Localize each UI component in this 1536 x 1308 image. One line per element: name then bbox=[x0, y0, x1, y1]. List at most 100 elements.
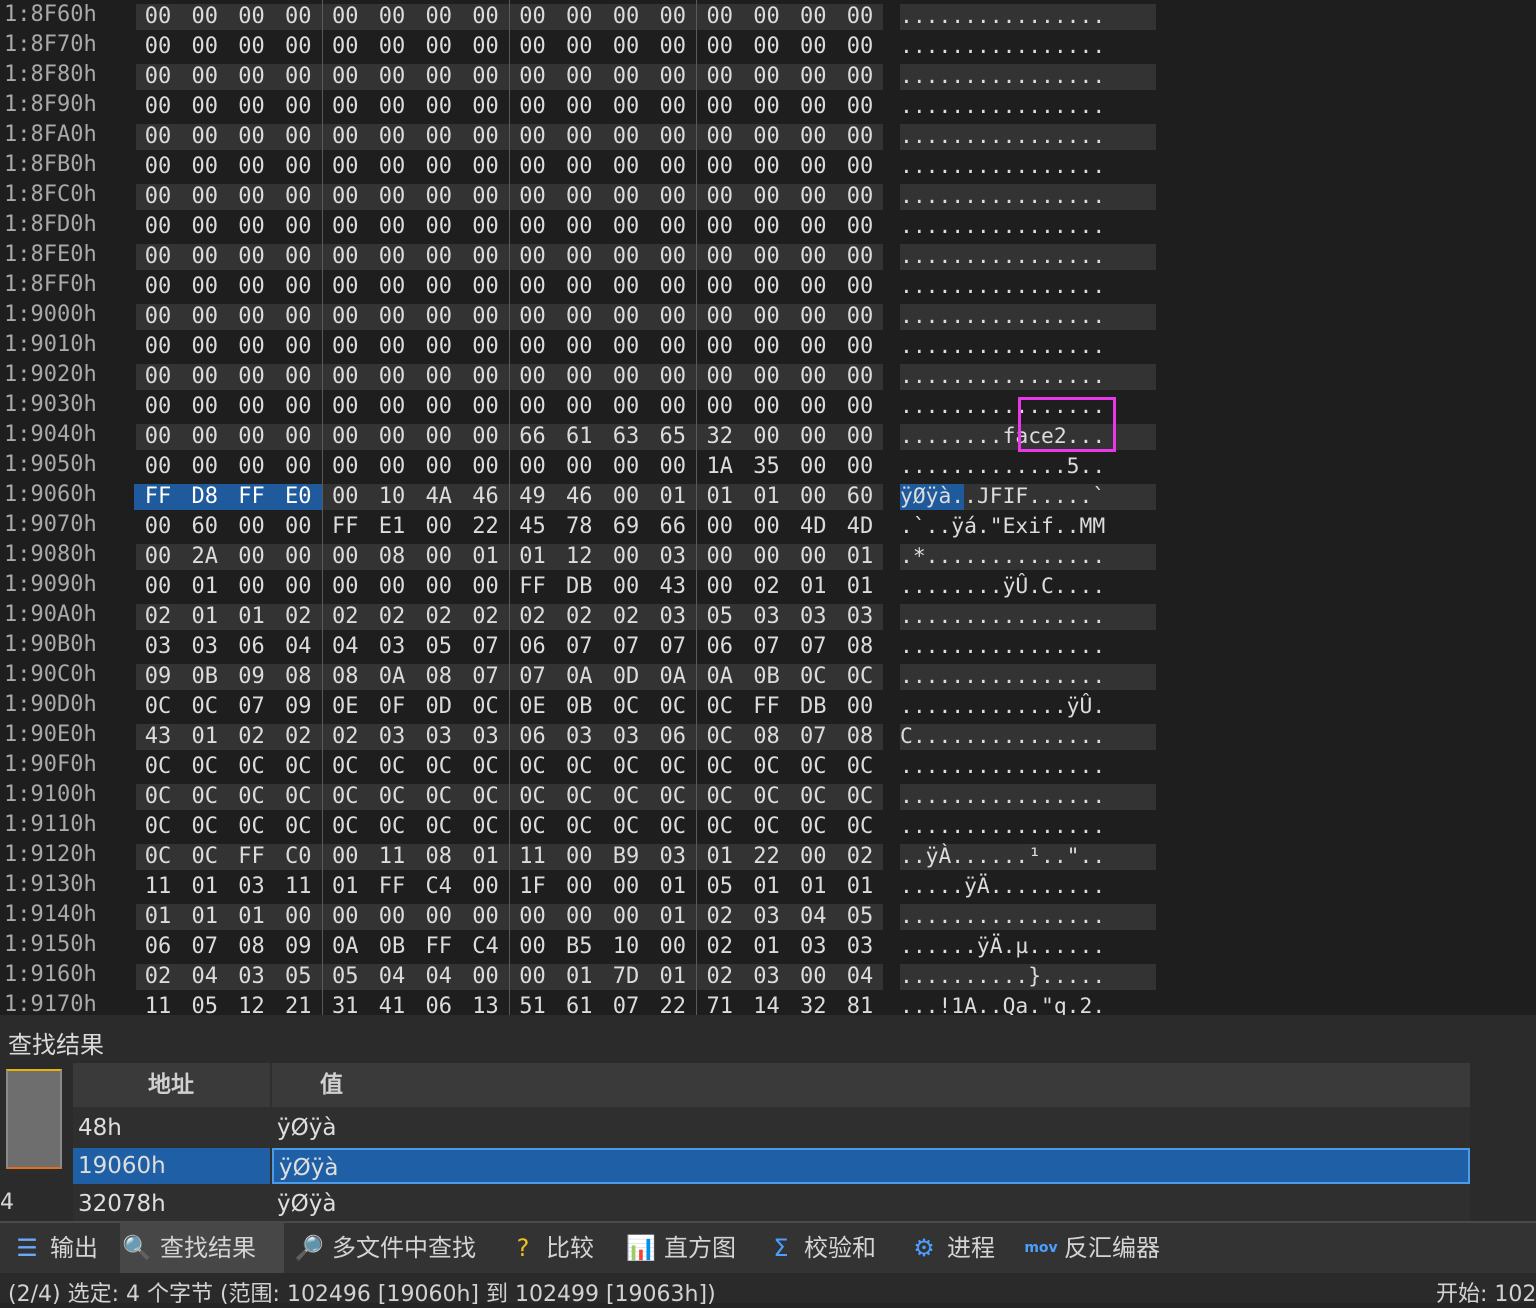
hex-byte[interactable]: 00 bbox=[230, 274, 274, 300]
hex-byte[interactable]: 00 bbox=[276, 334, 320, 360]
hex-byte[interactable]: 03 bbox=[651, 604, 695, 630]
hex-byte[interactable]: 09 bbox=[276, 934, 320, 960]
hex-row[interactable]: 1:90D0h 0C 0C 07 09 0E 0F 0D 0C 0E 0B 0C 0C 0C FF DB 00.… bbox=[0, 690, 1536, 720]
hex-byte[interactable]: 06 bbox=[230, 634, 274, 660]
hex-byte[interactable]: 01 bbox=[745, 874, 789, 900]
hex-byte[interactable]: 00 bbox=[323, 34, 367, 60]
hex-byte[interactable]: 00 bbox=[651, 64, 695, 90]
hex-byte[interactable]: 04 bbox=[417, 964, 461, 990]
hex-byte[interactable]: 00 bbox=[838, 214, 882, 240]
hex-byte[interactable]: 00 bbox=[604, 484, 648, 510]
hex-byte[interactable]: 61 bbox=[557, 994, 601, 1015]
hex-byte[interactable]: 14 bbox=[745, 994, 789, 1015]
hex-byte[interactable]: 00 bbox=[511, 454, 555, 480]
ascii-text[interactable]: .....ÿÄ......... bbox=[900, 874, 1156, 900]
hex-row[interactable]: 1:9100h 0C 0C 0C 0C 0C 0C 0C 0C 0C 0C 0C 0C 0C 0C 0C 0C.… bbox=[0, 780, 1536, 810]
hex-byte[interactable]: 0C bbox=[183, 784, 227, 810]
hex-byte[interactable]: 00 bbox=[230, 454, 274, 480]
hex-byte[interactable]: 00 bbox=[745, 364, 789, 390]
hex-byte[interactable]: 00 bbox=[183, 4, 227, 30]
hex-byte[interactable]: 00 bbox=[323, 424, 367, 450]
hex-byte[interactable]: 7D bbox=[604, 964, 648, 990]
hex-byte[interactable]: 00 bbox=[604, 574, 648, 600]
hex-byte[interactable]: 00 bbox=[838, 364, 882, 390]
hex-byte[interactable]: 49 bbox=[511, 484, 555, 510]
hex-byte[interactable]: 00 bbox=[604, 154, 648, 180]
hex-byte[interactable]: 00 bbox=[230, 574, 274, 600]
hex-row[interactable]: 1:9080h 00 2A 00 00 00 08 00 01 01 12 00 03 00 00 00 01.… bbox=[0, 540, 1536, 570]
hex-byte[interactable]: 00 bbox=[136, 34, 180, 60]
hex-byte[interactable]: 00 bbox=[698, 34, 742, 60]
hex-byte[interactable]: 41 bbox=[370, 994, 414, 1015]
hex-byte[interactable]: 00 bbox=[511, 64, 555, 90]
hex-byte[interactable]: 00 bbox=[604, 184, 648, 210]
hex-byte[interactable]: 00 bbox=[651, 454, 695, 480]
hex-byte[interactable]: 00 bbox=[791, 304, 835, 330]
hex-byte[interactable]: 0C bbox=[557, 754, 601, 780]
ascii-text[interactable]: .............5.. bbox=[900, 454, 1156, 480]
hex-byte[interactable]: 00 bbox=[323, 244, 367, 270]
hex-byte[interactable]: DB bbox=[557, 574, 601, 600]
hex-byte[interactable]: 11 bbox=[136, 874, 180, 900]
hex-byte[interactable]: 2A bbox=[183, 544, 227, 570]
hex-byte[interactable]: 01 bbox=[183, 604, 227, 630]
hex-row[interactable]: 1:9040h 00 00 00 00 00 00 00 00 66 61 63 65 32 00 00 00.… bbox=[0, 420, 1536, 450]
hex-byte[interactable]: DB bbox=[791, 694, 835, 720]
hex-byte[interactable]: 00 bbox=[745, 4, 789, 30]
hex-byte[interactable]: 02 bbox=[323, 604, 367, 630]
hex-byte[interactable]: 10 bbox=[370, 484, 414, 510]
hex-byte[interactable]: 00 bbox=[464, 94, 508, 120]
hex-byte[interactable]: 00 bbox=[791, 244, 835, 270]
hex-byte[interactable]: 00 bbox=[323, 184, 367, 210]
hex-byte[interactable]: 00 bbox=[745, 424, 789, 450]
hex-byte[interactable]: 00 bbox=[464, 34, 508, 60]
tab-4[interactable]: ? 比较 bbox=[506, 1223, 614, 1273]
hex-byte[interactable]: 10 bbox=[604, 934, 648, 960]
hex-byte[interactable]: 00 bbox=[791, 484, 835, 510]
hex-byte[interactable]: 00 bbox=[791, 4, 835, 30]
hex-byte[interactable]: 00 bbox=[183, 424, 227, 450]
hex-row[interactable]: 1:9150h 06 07 08 09 0A 0B FF C4 00 B5 10 00 02 01 03 03.… bbox=[0, 930, 1536, 960]
hex-byte[interactable]: 01 bbox=[183, 874, 227, 900]
hex-byte[interactable]: 00 bbox=[791, 424, 835, 450]
hex-byte[interactable]: 00 bbox=[698, 274, 742, 300]
hex-byte[interactable]: 00 bbox=[604, 4, 648, 30]
hex-byte[interactable]: 0C bbox=[136, 814, 180, 840]
hex-byte[interactable]: D8 bbox=[183, 484, 227, 510]
hex-byte[interactable]: 0E bbox=[511, 694, 555, 720]
result-row[interactable]: 19060h ÿØÿà bbox=[73, 1148, 1470, 1184]
hex-byte[interactable]: 0C bbox=[604, 784, 648, 810]
hex-byte[interactable]: 00 bbox=[464, 244, 508, 270]
hex-byte[interactable]: 0C bbox=[698, 814, 742, 840]
hex-byte[interactable]: 0C bbox=[651, 694, 695, 720]
hex-row[interactable]: 1:9130h 11 01 03 11 01 FF C4 00 1F 00 00 01 05 01 01 01.… bbox=[0, 870, 1536, 900]
hex-byte[interactable]: 00 bbox=[370, 214, 414, 240]
hex-byte[interactable]: 60 bbox=[183, 514, 227, 540]
hex-row[interactable]: 1:9090h 00 01 00 00 00 00 00 00 FF DB 00 43 00 02 01 01.… bbox=[0, 570, 1536, 600]
hex-byte[interactable]: 00 bbox=[276, 274, 320, 300]
hex-byte[interactable]: 00 bbox=[370, 424, 414, 450]
hex-byte[interactable]: 00 bbox=[791, 124, 835, 150]
hex-byte[interactable]: 00 bbox=[698, 4, 742, 30]
hex-byte[interactable]: 00 bbox=[698, 304, 742, 330]
hex-byte[interactable]: 0C bbox=[464, 784, 508, 810]
hex-byte[interactable]: 07 bbox=[604, 994, 648, 1015]
hex-byte[interactable]: 0C bbox=[136, 784, 180, 810]
hex-byte[interactable]: E1 bbox=[370, 514, 414, 540]
hex-byte[interactable]: 00 bbox=[323, 64, 367, 90]
hex-byte[interactable]: 0C bbox=[464, 754, 508, 780]
hex-byte[interactable]: 07 bbox=[604, 634, 648, 660]
hex-byte[interactable]: 00 bbox=[838, 184, 882, 210]
hex-byte[interactable]: 03 bbox=[745, 604, 789, 630]
hex-byte[interactable]: 0C bbox=[370, 814, 414, 840]
hex-byte[interactable]: 00 bbox=[651, 124, 695, 150]
hex-byte[interactable]: 00 bbox=[183, 394, 227, 420]
hex-byte[interactable]: 02 bbox=[136, 604, 180, 630]
hex-byte[interactable]: 00 bbox=[323, 274, 367, 300]
hex-byte[interactable]: 0C bbox=[183, 694, 227, 720]
hex-byte[interactable]: 0E bbox=[323, 694, 367, 720]
hex-byte[interactable]: 00 bbox=[557, 214, 601, 240]
hex-byte[interactable]: 08 bbox=[417, 664, 461, 690]
hex-byte[interactable]: 00 bbox=[464, 4, 508, 30]
ascii-text[interactable]: ...!1A..Qa."q.2. bbox=[900, 994, 1156, 1015]
